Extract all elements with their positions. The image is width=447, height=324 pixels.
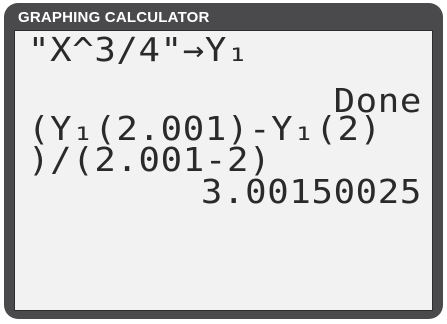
calculator-display: "X^3/4"→Y₁ Done (Y₁(2.001)-Y₁(2) )/(2.00… xyxy=(14,30,433,311)
input-line-store-function: "X^3/4"→Y₁ xyxy=(28,30,250,69)
output-line-result: 3.00150025 xyxy=(200,172,422,211)
calculator-window: GRAPHING CALCULATOR "X^3/4"→Y₁ Done (Y₁(… xyxy=(4,3,443,319)
window-title: GRAPHING CALCULATOR xyxy=(18,9,210,26)
